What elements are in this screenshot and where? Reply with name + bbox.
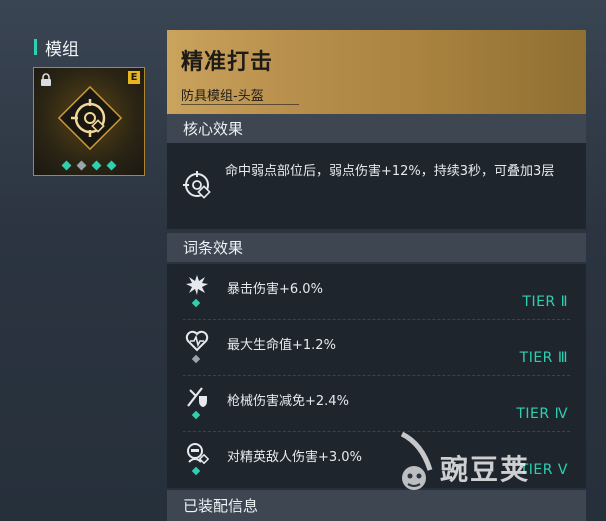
explosion-icon (185, 274, 209, 300)
affix-rarity-dot (191, 466, 201, 476)
affix-tier: TIER Ⅳ (516, 406, 568, 422)
affix-rarity-dot (191, 298, 201, 308)
grade-badge: E (128, 71, 140, 84)
affix-effect-header: 词条效果 (167, 233, 586, 262)
affix-row: 暴击伤害+6.0% TIER Ⅱ (167, 264, 586, 320)
elite-enemy-icon (185, 442, 210, 468)
module-name: 精准打击 (181, 50, 274, 75)
watermark-logo-icon (392, 430, 440, 500)
lock-icon[interactable] (39, 72, 53, 91)
affix-text: 最大生命值+1.2% (227, 338, 336, 353)
precision-crosshair-icon (181, 169, 215, 207)
affix-effect-header-label: 词条效果 (183, 239, 244, 257)
core-effect-header-label: 核心效果 (183, 120, 244, 138)
core-effect-description: 命中弱点部位后，弱点伤害+12%，持续3秒，可叠加3层 (225, 164, 555, 179)
core-effect-header: 核心效果 (167, 114, 586, 143)
heart-pulse-icon (185, 330, 209, 356)
affix-tier: TIER Ⅲ (519, 350, 568, 366)
heading-accent-bar (34, 39, 37, 55)
subtitle-underline (181, 104, 299, 105)
affix-row: 最大生命值+1.2% TIER Ⅲ (167, 320, 586, 376)
affix-text: 暴击伤害+6.0% (227, 282, 323, 297)
watermark-text: 豌豆荚 (440, 453, 531, 486)
gun-shield-icon (185, 386, 209, 412)
socket-dot (76, 160, 87, 171)
module-heading: 模组 (34, 36, 79, 60)
affix-rarity-dot (191, 410, 201, 420)
title-block: 精准打击 防具模组-头盔 (167, 30, 586, 114)
socket-dot (61, 160, 72, 171)
module-type: 防具模组-头盔 (181, 89, 264, 104)
socket-dot (91, 160, 102, 171)
module-heading-label: 模组 (45, 39, 79, 60)
affix-tier: TIER Ⅱ (522, 294, 568, 310)
affix-rarity-dot (191, 354, 201, 364)
socket-dots (34, 160, 144, 171)
equip-info-header[interactable]: 已装配信息 (167, 490, 586, 521)
module-emblem-icon (54, 82, 126, 158)
affix-text: 枪械伤害减免+2.4% (227, 394, 349, 409)
affix-row: 枪械伤害减免+2.4% TIER Ⅳ (167, 376, 586, 432)
socket-dot (106, 160, 117, 171)
equip-info-header-label: 已装配信息 (183, 497, 259, 515)
core-effect-body: 命中弱点部位后，弱点伤害+12%，持续3秒，可叠加3层 (167, 143, 586, 229)
affix-text: 对精英敌人伤害+3.0% (227, 450, 362, 465)
module-card[interactable]: E (33, 67, 145, 176)
